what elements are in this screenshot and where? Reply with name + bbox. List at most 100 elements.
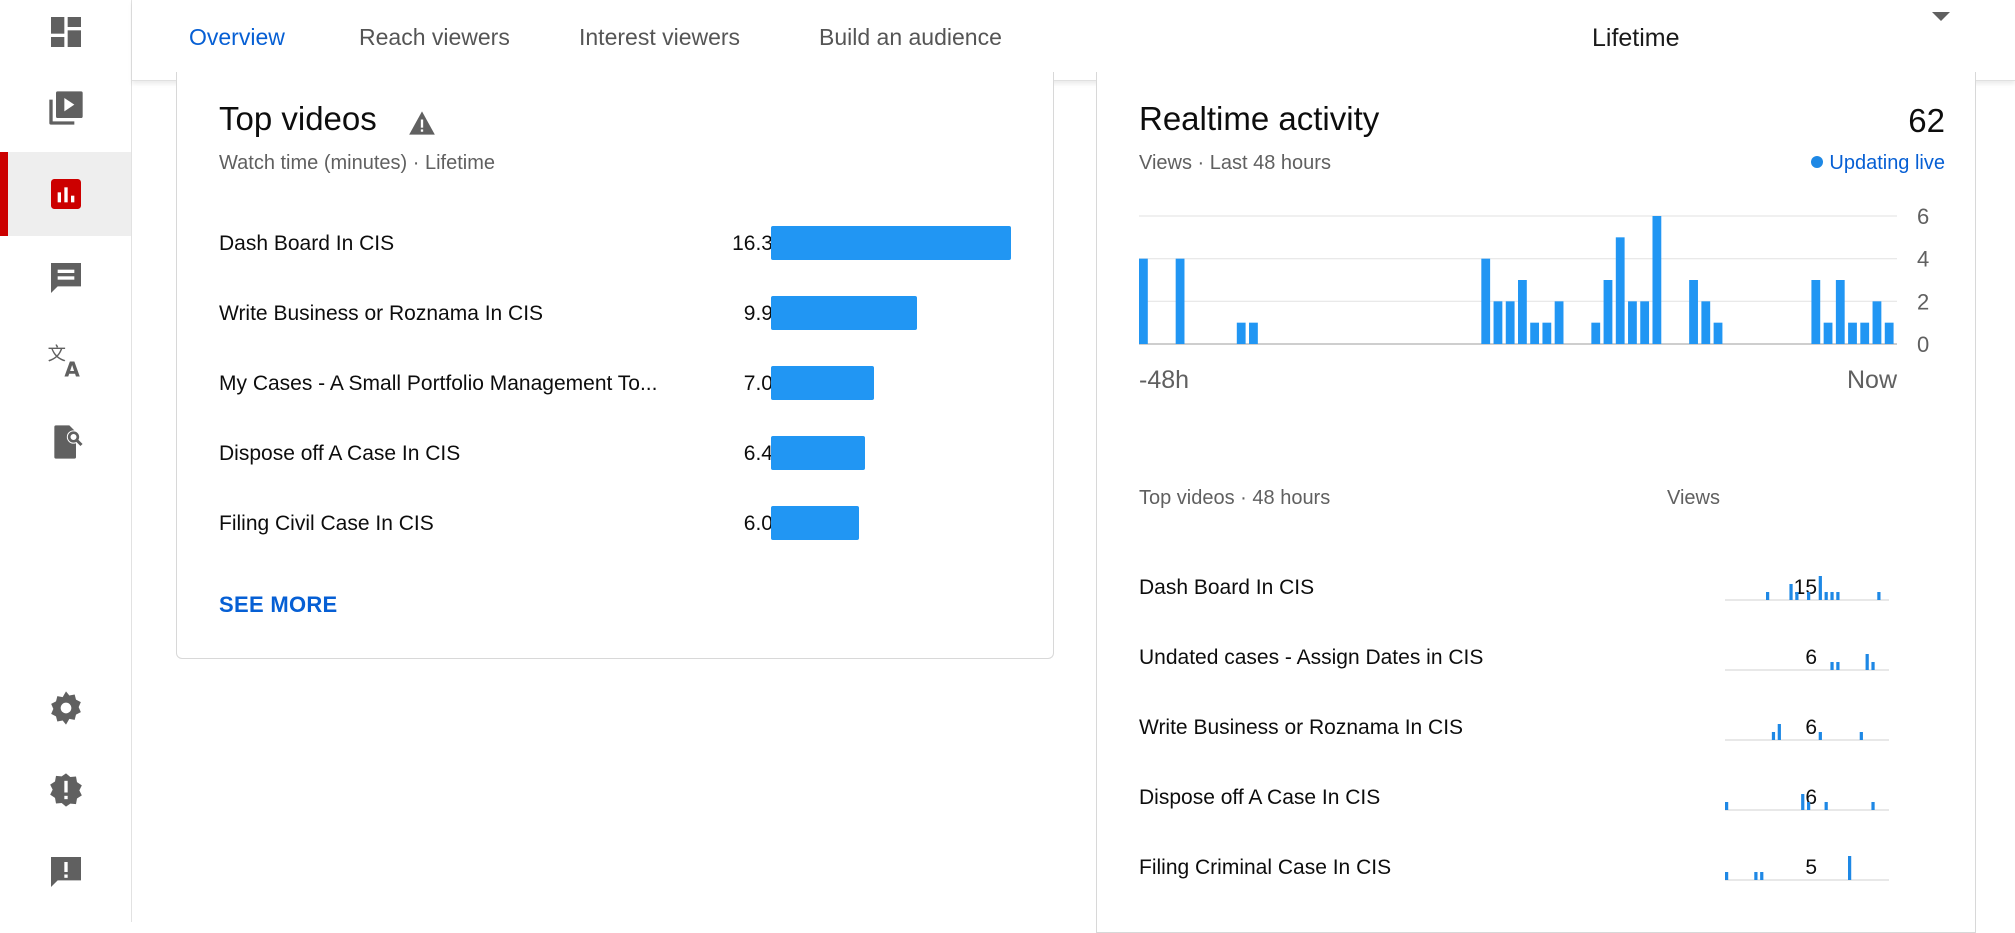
tab-reach-viewers[interactable]: Reach viewers — [359, 24, 510, 51]
y-tick-label: 2 — [1917, 289, 1929, 314]
sidebar-item-dashboard[interactable] — [0, 0, 131, 74]
realtime-bar[interactable] — [1615, 237, 1625, 344]
realtime-bar[interactable] — [1236, 322, 1246, 344]
sidebar-item-alert[interactable] — [0, 748, 131, 832]
warning-icon[interactable] — [408, 110, 436, 136]
sparkline-bar — [1836, 662, 1840, 670]
video-title[interactable]: Dispose off A Case In CIS — [1139, 786, 1380, 810]
sparkline-bar — [1871, 662, 1875, 670]
realtime-video-row[interactable]: Write Business or Roznama In CIS 6 — [1097, 702, 1975, 752]
video-title[interactable]: My Cases - A Small Portfolio Management … — [219, 372, 689, 396]
realtime-bar[interactable] — [1603, 280, 1613, 344]
tab-interest-viewers[interactable]: Interest viewers — [579, 24, 740, 51]
tab-build-an-audience[interactable]: Build an audience — [819, 24, 1002, 51]
analytics-icon — [50, 179, 81, 209]
left-nav-sidebar: 文 A — [0, 0, 132, 922]
sparkline-bar — [1725, 802, 1729, 810]
realtime-bar[interactable] — [1542, 322, 1552, 344]
top-video-row[interactable]: Dash Board In CIS 16.3K — [177, 222, 1053, 266]
realtime-bar[interactable] — [1860, 322, 1870, 344]
realtime-bar[interactable] — [1518, 280, 1527, 344]
top-videos-subtitle: Watch time (minutes) · Lifetime — [219, 152, 495, 174]
realtime-bar-chart: 0 2 4 6 -48h Now — [1139, 204, 1929, 394]
sidebar-item-analytics[interactable] — [0, 152, 131, 236]
realtime-bar[interactable] — [1505, 301, 1515, 344]
realtime-bar[interactable] — [1493, 301, 1503, 344]
realtime-video-row[interactable]: Dispose off A Case In CIS 6 — [1097, 772, 1975, 822]
top-video-row[interactable]: Write Business or Roznama In CIS 9.9K — [177, 292, 1053, 336]
y-tick-label: 4 — [1917, 247, 1929, 272]
video-title[interactable]: Dispose off A Case In CIS — [219, 442, 689, 466]
realtime-bar[interactable] — [1530, 322, 1540, 344]
video-title[interactable]: Filing Criminal Case In CIS — [1139, 856, 1391, 880]
realtime-bar[interactable] — [1554, 301, 1564, 344]
realtime-video-row[interactable]: Dash Board In CIS 15 — [1097, 562, 1975, 612]
top-video-row[interactable]: Dispose off A Case In CIS 6.4K — [177, 432, 1053, 476]
sidebar-item-feedback[interactable] — [0, 830, 131, 914]
views-sparkline — [1725, 576, 1889, 601]
realtime-bar[interactable] — [1481, 258, 1491, 344]
realtime-bar[interactable] — [1689, 280, 1698, 344]
sparkline-bar — [1818, 732, 1822, 740]
realtime-bar[interactable] — [1811, 280, 1821, 344]
realtime-bar[interactable] — [1701, 301, 1711, 344]
top-video-row[interactable]: Filing Civil Case In CIS 6.0K — [177, 502, 1053, 546]
sparkline-bar — [1807, 802, 1811, 810]
realtime-bar[interactable] — [1835, 280, 1845, 344]
realtime-bar[interactable] — [1823, 322, 1833, 344]
realtime-title: Realtime activity — [1139, 100, 1380, 137]
tab-overview[interactable]: Overview — [189, 24, 285, 51]
y-tick-label: 0 — [1917, 332, 1929, 357]
top-video-row[interactable]: My Cases - A Small Portfolio Management … — [177, 362, 1053, 406]
realtime-bar[interactable] — [1628, 301, 1637, 344]
sparkline-bar — [1760, 872, 1764, 880]
video-title[interactable]: Dash Board In CIS — [219, 232, 689, 256]
watch-time-bar — [771, 296, 917, 330]
sparkline-bar — [1777, 724, 1781, 740]
see-more-link[interactable]: SEE MORE — [219, 592, 338, 618]
realtime-total-views: 62 — [1908, 102, 1945, 139]
realtime-video-row[interactable]: Filing Criminal Case In CIS 5 — [1097, 842, 1975, 892]
realtime-video-row[interactable]: Undated cases - Assign Dates in CIS 6 — [1097, 632, 1975, 682]
sidebar-item-content[interactable] — [0, 66, 131, 150]
realtime-bar[interactable] — [1884, 322, 1894, 344]
sparkline-bar — [1877, 592, 1881, 600]
realtime-bar[interactable] — [1652, 216, 1662, 344]
dashboard-icon — [50, 17, 81, 47]
sidebar-item-settings[interactable] — [0, 666, 131, 750]
video-title[interactable]: Filing Civil Case In CIS — [219, 512, 689, 536]
x-start-label: -48h — [1139, 366, 1189, 394]
views-sparkline — [1725, 654, 1889, 671]
video-title[interactable]: Dash Board In CIS — [1139, 576, 1314, 600]
chevron-down-icon[interactable] — [1932, 12, 1950, 21]
feedback-icon — [50, 857, 81, 887]
analytics-tab-bar: Overview Reach viewers Interest viewers … — [132, 0, 2015, 81]
realtime-bar[interactable] — [1640, 301, 1650, 344]
sidebar-item-subtitles[interactable]: 文 A — [0, 318, 131, 402]
realtime-table-header: Top videos · 48 hours Views — [1139, 487, 1939, 517]
sidebar-item-copyright[interactable] — [0, 400, 131, 484]
sparkline-bar — [1789, 584, 1793, 600]
realtime-bar[interactable] — [1249, 322, 1258, 344]
realtime-bar[interactable] — [1175, 258, 1185, 344]
subtitles-icon: 文 A — [47, 344, 80, 380]
realtime-bar[interactable] — [1872, 301, 1882, 344]
sidebar-item-comments[interactable] — [0, 236, 131, 320]
realtime-bar[interactable] — [1848, 322, 1857, 344]
realtime-bar[interactable] — [1713, 322, 1723, 344]
sparkline-bar — [1801, 794, 1805, 810]
alert-icon — [49, 773, 82, 807]
sparkline-bar — [1836, 592, 1840, 600]
period-selector[interactable]: Lifetime — [1592, 24, 1680, 53]
realtime-bar[interactable] — [1139, 258, 1148, 344]
realtime-bar[interactable] — [1591, 322, 1601, 344]
live-dot-icon — [1811, 155, 1824, 168]
video-title[interactable]: Write Business or Roznama In CIS — [219, 302, 689, 326]
watch-time-bar — [771, 366, 874, 400]
video-title[interactable]: Undated cases - Assign Dates in CIS — [1139, 646, 1483, 670]
updating-live-label: Updating live — [1829, 152, 1945, 174]
realtime-subtitle: Views · Last 48 hours — [1139, 152, 1331, 174]
sparkline-bar — [1865, 654, 1869, 670]
video-title[interactable]: Write Business or Roznama In CIS — [1139, 716, 1463, 740]
updating-live-status: Updating live — [1811, 152, 1945, 175]
